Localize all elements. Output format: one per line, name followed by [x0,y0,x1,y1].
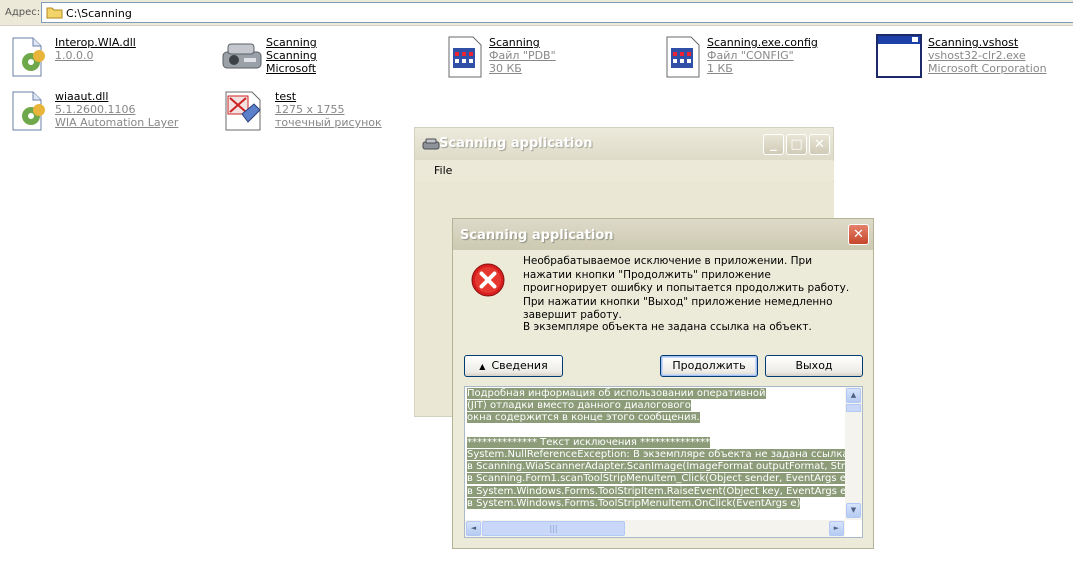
pdb-file-icon [448,36,482,78]
details-button[interactable]: ▲ Сведения [464,355,563,377]
file-item-scanning-vshost[interactable]: Scanning.vshost vshost32-clr2.exe Micros… [876,34,1072,82]
file-name: wiaaut.dll [55,90,109,103]
file-detail: 1 КБ [707,62,733,75]
file-name: Scanning.exe.config [707,36,818,49]
file-item-scanning-config[interactable]: Scanning.exe.config Файл "CONFIG" 1 КБ [661,34,861,82]
address-field[interactable]: C:\Scanning [41,2,1073,23]
file-detail: 30 КБ [489,62,522,75]
details-line: в System.Windows.Forms.ToolStripMenuItem… [467,497,801,509]
exception-details-textbox[interactable]: Подробная информация об использовании оп… [464,386,863,538]
dialog-close-button[interactable]: ✕ [848,224,869,245]
scanner-icon [222,43,262,69]
file-detail: 5.1.2600.1106 [55,103,136,116]
app-title: Scanning application [439,136,593,151]
file-item-test-bmp[interactable]: test 1275 x 1755 точечный рисунок [222,88,422,136]
file-detail: Microsoft [266,62,317,75]
file-name: Scanning [266,36,317,49]
details-line [467,425,845,437]
file-name: Scanning.vshost [928,36,1019,49]
dll-file-icon [12,91,45,131]
error-message-detail: В экземпляре объекта не задана ссылка на… [523,321,812,333]
file-detail: Microsoft Corporation [928,62,1047,75]
collapse-arrow-icon: ▲ [479,362,486,371]
config-file-icon [666,36,700,78]
details-line: в System.Windows.Forms.ToolStripItem.Rai… [467,485,845,498]
dll-file-icon [12,37,45,77]
details-line: (JIT) отладки вместо данного диалогового [467,400,691,412]
horizontal-scrollbar[interactable]: ◄ ||| ► [465,520,845,537]
details-line: System.NullReferenceException: В экземпл… [467,448,845,461]
exception-details-text: Подробная информация об использовании оп… [467,388,845,519]
scroll-up-button[interactable]: ▲ [846,388,861,403]
error-dialog: Scanning application ✕ Необрабатываемое … [452,218,874,549]
file-name: test [275,90,297,103]
app-titlebar[interactable]: Scanning application _ □ ✕ [415,128,833,160]
details-line: окна содержится в конце этого сообщения. [467,412,700,424]
address-bar: Адрес: C:\Scanning [0,0,1073,26]
bitmap-image-icon [225,91,261,131]
menu-bar: File [416,161,834,181]
scroll-right-button[interactable]: ► [829,521,844,536]
scanner-icon [422,138,440,150]
file-detail: WIA Automation Layer [55,116,179,129]
menu-file[interactable]: File [434,164,452,177]
file-detail: Файл "PDB" [489,49,556,62]
vertical-scroll-thumb[interactable] [846,404,861,412]
file-name: Interop.WIA.dll [55,36,136,49]
scroll-down-button[interactable]: ▼ [846,503,861,518]
scroll-left-button[interactable]: ◄ [466,521,481,536]
address-path: C:\Scanning [66,7,132,20]
folder-icon [46,7,63,19]
file-detail: Scanning [266,49,317,62]
file-detail: 1275 x 1755 [275,103,345,116]
horizontal-scroll-thumb[interactable]: ||| [482,521,625,536]
exit-button[interactable]: Выход [765,355,863,377]
close-button[interactable]: ✕ [809,134,830,155]
file-detail: vshost32-clr2.exe [928,49,1026,62]
maximize-button[interactable]: □ [786,134,807,155]
file-detail: 1.0.0.0 [55,49,94,62]
file-detail: точечный рисунок [275,116,382,129]
continue-button[interactable]: Продолжить [660,355,758,377]
file-item-scanning-exe[interactable]: Scanning Scanning Microsoft [220,34,420,82]
file-detail: Файл "CONFIG" [707,49,794,62]
minimize-button[interactable]: _ [763,134,784,155]
file-item-interop-wia[interactable]: Interop.WIA.dll 1.0.0.0 [9,34,199,82]
file-item-scanning-pdb[interactable]: Scanning Файл "PDB" 30 КБ [443,34,643,82]
application-window-icon [876,34,922,78]
error-message: Необрабатываемое исключение в приложении… [523,255,850,321]
file-name: Scanning [489,36,540,49]
error-icon [471,263,505,297]
dialog-title: Scanning application [460,228,614,243]
details-line: ************** Текст исключения ********… [467,436,711,448]
details-button-label: Сведения [491,359,548,372]
details-line: в Scanning.Form1.scanToolStripMenuItem_C… [467,473,845,485]
details-line: в Scanning.WiaScannerAdapter.ScanImage(I… [467,461,845,473]
address-label: Адрес: [5,7,41,18]
dialog-titlebar[interactable]: Scanning application ✕ [453,219,873,250]
details-line: Подробная информация об использовании оп… [467,388,766,399]
vertical-scrollbar[interactable]: ▲ ▼ [845,387,862,520]
file-item-wiaaut[interactable]: wiaaut.dll 5.1.2600.1106 WIA Automation … [9,88,209,136]
